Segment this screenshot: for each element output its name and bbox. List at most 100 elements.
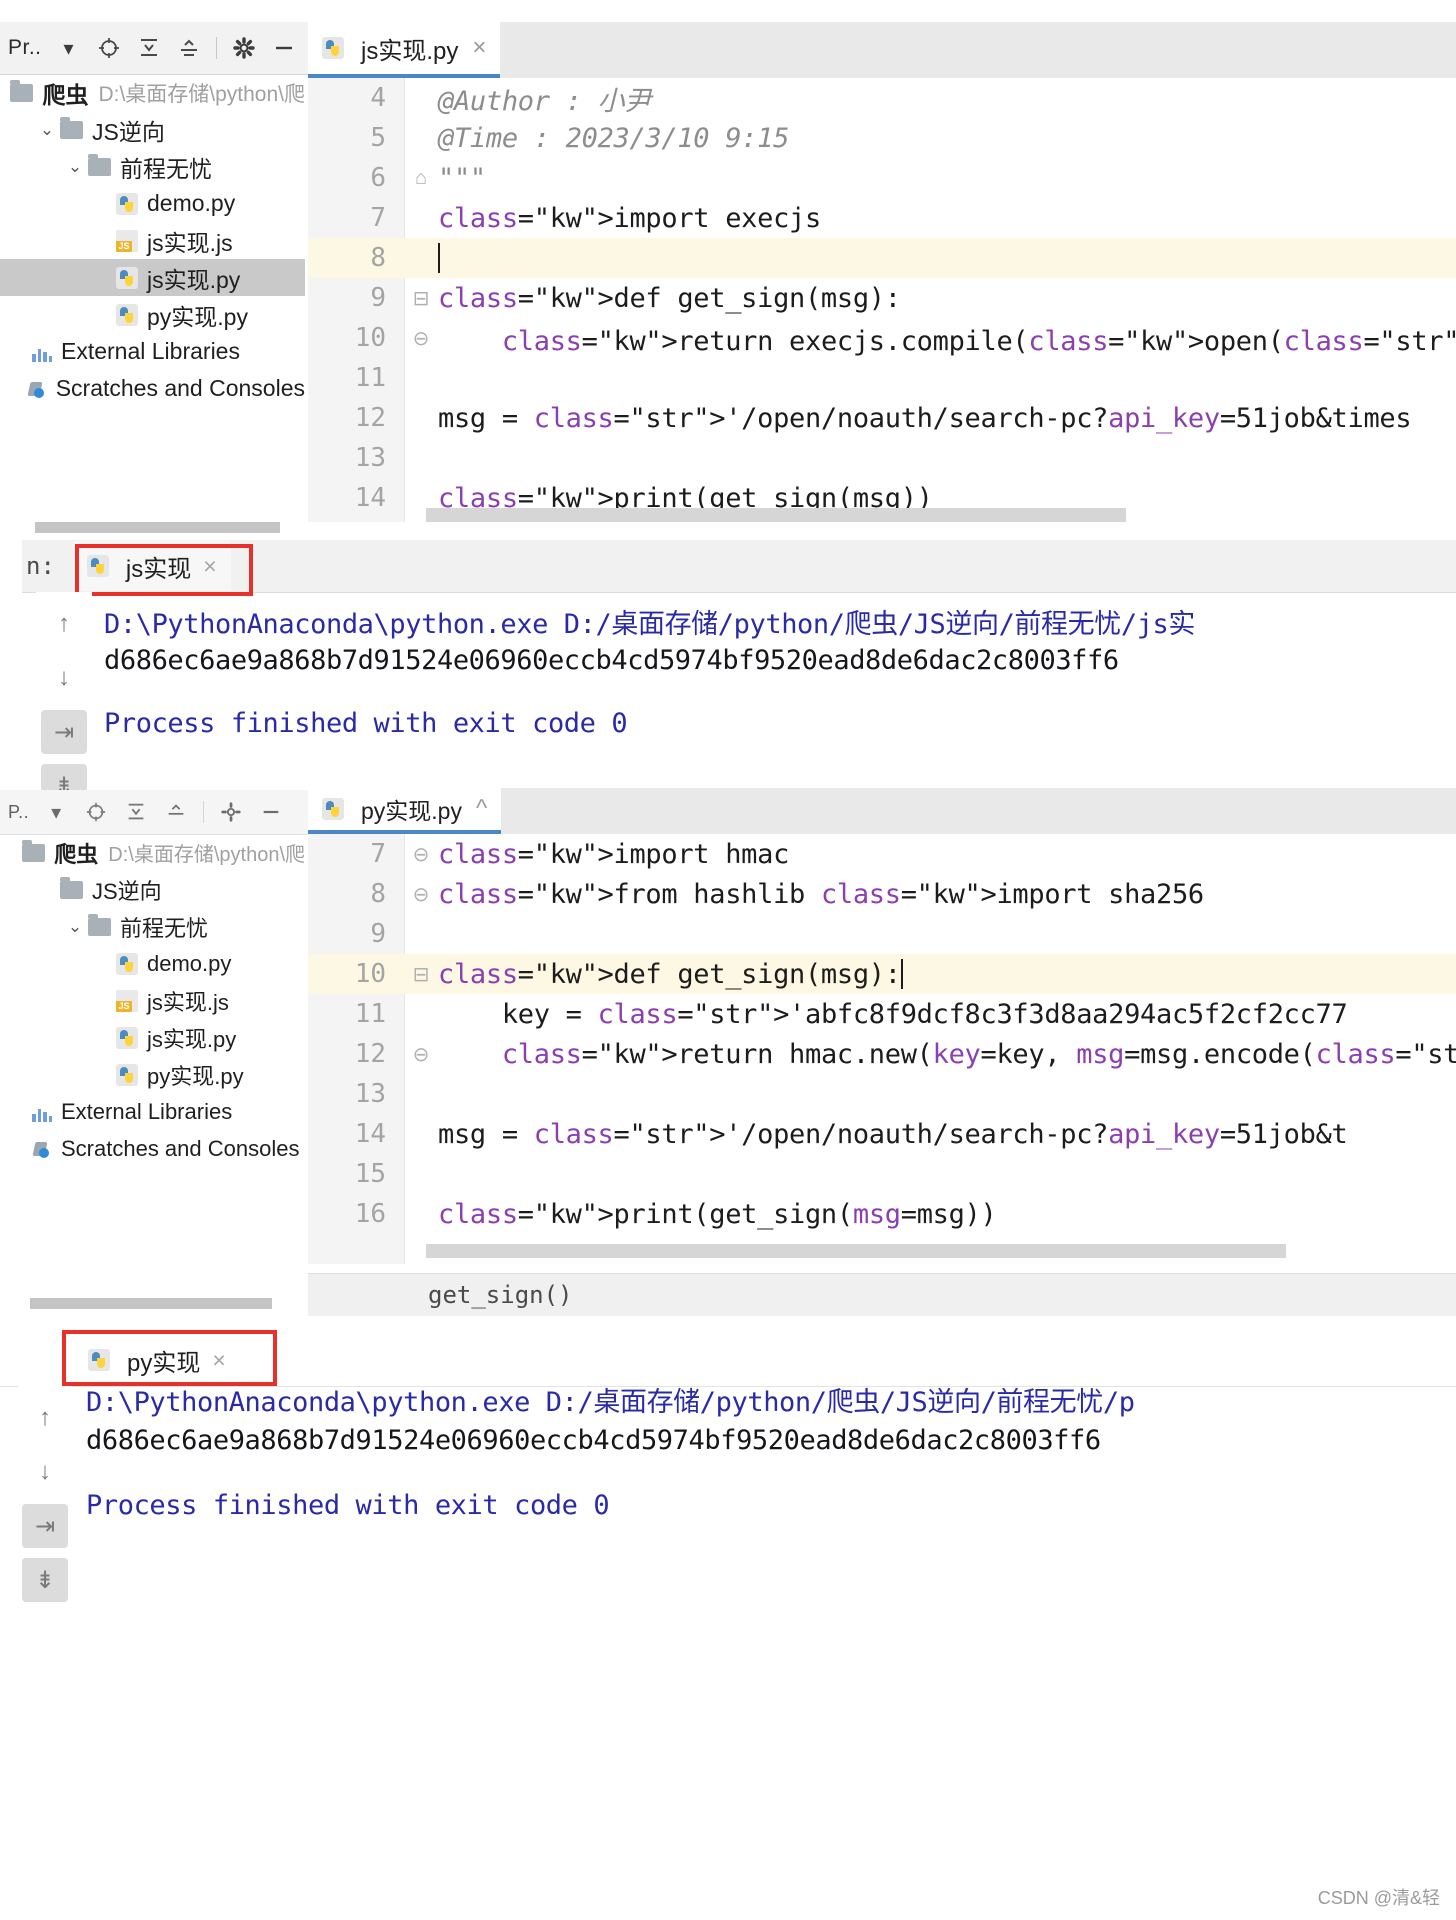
expand-all-icon[interactable]: [163, 799, 189, 825]
tree-item-label: js实现.js: [147, 229, 233, 256]
settings-gear-icon[interactable]: [231, 35, 257, 61]
tree-item[interactable]: js实现.js: [0, 222, 305, 259]
scroll-down-icon[interactable]: ↓: [22, 1450, 68, 1494]
soft-wrap-icon[interactable]: ⇥: [22, 1504, 68, 1548]
tree-item[interactable]: py实现.py: [0, 1056, 305, 1093]
tree-horizontal-scrollbar[interactable]: [30, 1298, 272, 1309]
tree-item-label: js实现.py: [147, 266, 241, 293]
code-fold-icon[interactable]: ⊖: [404, 882, 438, 907]
folder-icon: [10, 79, 34, 102]
code-fold-icon[interactable]: ⌂: [404, 167, 438, 190]
tree-item[interactable]: ⌄ 前程无忧: [0, 908, 305, 945]
tree-item-label: js实现.js: [147, 989, 229, 1015]
python-file-icon: [322, 37, 344, 59]
locate-target-icon[interactable]: [96, 35, 122, 61]
code-line[interactable]: 5 @Time : 2023/3/10 9:15: [308, 118, 1456, 158]
chevron-down-icon[interactable]: ⌄: [62, 157, 88, 177]
line-number: 9: [370, 919, 386, 949]
tree-item[interactable]: 爬虫 D:\桌面存储\python\爬: [0, 834, 305, 871]
tree-item[interactable]: Scratches and Consoles: [0, 1130, 305, 1167]
tree-item[interactable]: js实现.js: [0, 982, 305, 1019]
code-line[interactable]: 11 key = class="str">'abfc8f9dcf8c3f3d8a…: [308, 994, 1456, 1034]
bottom-run-console: py实现 × ↑ ↓ ⇥ ⇟ D:\PythonAnaconda\python.…: [0, 1322, 1456, 1920]
collapse-icon[interactable]: ^: [476, 795, 487, 823]
code-line[interactable]: 11: [308, 358, 1456, 398]
folder-icon: [22, 839, 46, 862]
tree-item[interactable]: py实现.py: [0, 296, 305, 333]
editor-horizontal-scrollbar[interactable]: [426, 508, 1126, 522]
editor-tab-py-shixian-py[interactable]: py实现.py ^: [308, 788, 502, 834]
code-text: class="kw">import execjs: [438, 202, 821, 234]
python-file-icon: [116, 1063, 138, 1086]
breadcrumb-text[interactable]: get_sign(): [428, 1281, 573, 1309]
chevron-down-icon[interactable]: ⌄: [34, 120, 60, 140]
code-line[interactable]: 6 ⌂ """: [308, 158, 1456, 198]
scroll-up-icon[interactable]: ↑: [22, 1396, 68, 1440]
tree-item[interactable]: External Libraries: [0, 333, 305, 370]
bottom-code-area[interactable]: 7 ⊖ class="kw">import hmac 8 ⊖ class="kw">fro…: [308, 834, 1456, 1264]
code-line[interactable]: 15: [308, 1154, 1456, 1194]
code-text: """: [438, 162, 486, 194]
code-line[interactable]: 9 ⊟ class="kw">def get_sign(msg):: [308, 278, 1456, 318]
locate-target-icon[interactable]: [83, 799, 109, 825]
tree-item[interactable]: demo.py: [0, 945, 305, 982]
tree-item[interactable]: js实现.py: [0, 259, 305, 296]
line-number: 6: [370, 163, 386, 193]
code-line[interactable]: 4 @Author : 小尹: [308, 78, 1456, 118]
expand-all-icon[interactable]: [176, 35, 202, 61]
soft-wrap-icon[interactable]: ⇥: [41, 710, 87, 754]
code-line[interactable]: 12 ⊖ class="kw">return hmac.new(key=key, …: [308, 1034, 1456, 1074]
tree-item[interactable]: External Libraries: [0, 1093, 305, 1130]
editor-tab-label: js实现.py: [361, 37, 459, 65]
code-line[interactable]: 12 msg = class="str">'/open/noauth/search…: [308, 398, 1456, 438]
bottom-editor-breadcrumb: get_sign(): [308, 1273, 1456, 1316]
code-line[interactable]: 7 class="kw">import execjs: [308, 198, 1456, 238]
code-line[interactable]: 13: [308, 1074, 1456, 1114]
chevron-down-icon[interactable]: ⌄: [62, 917, 88, 937]
code-fold-icon[interactable]: ⊟: [404, 962, 438, 987]
close-icon[interactable]: ×: [472, 34, 486, 62]
code-fold-icon[interactable]: ⊖: [404, 842, 438, 867]
tree-item[interactable]: 爬虫 D:\桌面存储\python\爬: [0, 74, 305, 111]
code-fold-icon[interactable]: ⊖: [404, 326, 438, 351]
tree-item[interactable]: js实现.py: [0, 1019, 305, 1056]
libraries-icon: [32, 1102, 52, 1122]
code-fold-icon[interactable]: ⊖: [404, 1042, 438, 1067]
code-line[interactable]: 8: [308, 238, 1456, 278]
minimize-icon[interactable]: [271, 35, 297, 61]
tree-horizontal-scrollbar[interactable]: [35, 522, 280, 533]
code-text: @Time : 2023/3/10 9:15: [438, 122, 790, 154]
scroll-to-end-icon[interactable]: ⇟: [22, 1558, 68, 1602]
watermark: CSDN @清&轻: [1317, 1888, 1440, 1908]
code-line[interactable]: 9: [308, 914, 1456, 954]
code-line[interactable]: 8 ⊖ class="kw">from hashlib class="kw">imp…: [308, 874, 1456, 914]
tree-item[interactable]: ⌄ JS逆向: [0, 111, 305, 148]
code-line[interactable]: 16 class="kw">print(get_sign(msg=msg)): [308, 1194, 1456, 1234]
code-text: class="kw">def get_sign(msg):: [438, 958, 903, 990]
code-line[interactable]: 7 ⊖ class="kw">import hmac: [308, 834, 1456, 874]
tree-item-label: Scratches and Consoles: [55, 375, 305, 401]
code-line[interactable]: 13: [308, 438, 1456, 478]
settings-gear-icon[interactable]: [218, 799, 244, 825]
minimize-icon[interactable]: [258, 799, 284, 825]
code-line[interactable]: 10 ⊖ class="kw">return execjs.compile(cla…: [308, 318, 1456, 358]
bottom-console-output: D:\PythonAnaconda\python.exe D:/桌面存储/pyt…: [86, 1370, 1456, 1590]
scroll-up-icon[interactable]: ↑: [41, 602, 87, 646]
dropdown-arrow-icon[interactable]: ▾: [43, 799, 69, 825]
collapse-all-icon[interactable]: [136, 35, 162, 61]
tree-item[interactable]: JS逆向: [0, 871, 305, 908]
code-line[interactable]: 10 ⊟ class="kw">def get_sign(msg):: [308, 954, 1456, 994]
scroll-to-end-icon[interactable]: ⇟: [41, 764, 87, 790]
dropdown-arrow-icon[interactable]: ▾: [56, 35, 82, 61]
tree-item[interactable]: ⌄ 前程无忧: [0, 148, 305, 185]
code-fold-icon[interactable]: ⊟: [404, 286, 438, 311]
code-line[interactable]: 14 msg = class="str">'/open/noauth/search…: [308, 1114, 1456, 1154]
collapse-all-icon[interactable]: [123, 799, 149, 825]
tree-item[interactable]: Scratches and Consoles: [0, 370, 305, 407]
scroll-down-icon[interactable]: ↓: [41, 656, 87, 700]
tree-item[interactable]: demo.py: [0, 185, 305, 222]
top-code-area[interactable]: 4 @Author : 小尹 5 @Time : 2023/3/10 9:15 6 ⌂ ""…: [308, 78, 1456, 522]
editor-tab-js-shixian-py[interactable]: js实现.py ×: [308, 22, 501, 78]
editor-horizontal-scrollbar[interactable]: [426, 1244, 1286, 1258]
editor-tab-label: py实现.py: [361, 798, 462, 824]
